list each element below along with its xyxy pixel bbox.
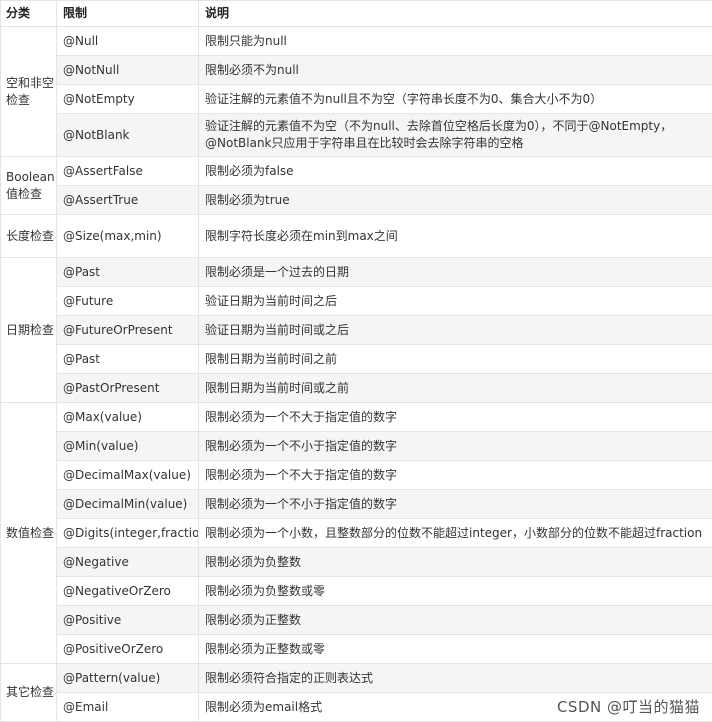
- constraint-cell: @Pattern(value): [57, 664, 199, 693]
- description-cell: 限制必须为正整数或零: [199, 635, 712, 664]
- constraint-cell: @Email: [57, 693, 199, 722]
- table-row: @AssertTrue 限制必须为true: [1, 186, 712, 215]
- constraint-cell: @PastOrPresent: [57, 374, 199, 403]
- description-cell: 限制必须为一个小数，且整数部分的位数不能超过integer，小数部分的位数不能超…: [199, 519, 712, 548]
- constraint-cell: @Max(value): [57, 403, 199, 432]
- description-cell: 限制必须为true: [199, 186, 712, 215]
- constraints-table: 分类 限制 说明 空和非空检查 @Null 限制只能为null @NotNull…: [0, 0, 712, 722]
- category-cell: 其它检查: [1, 664, 57, 722]
- table-row: Boolean值检查 @AssertFalse 限制必须为false: [1, 157, 712, 186]
- constraint-cell: @AssertFalse: [57, 157, 199, 186]
- table-row: @Past 限制日期为当前时间之前: [1, 345, 712, 374]
- constraint-cell: @Positive: [57, 606, 199, 635]
- constraint-cell: @FutureOrPresent: [57, 316, 199, 345]
- table-row: @PositiveOrZero 限制必须为正整数或零: [1, 635, 712, 664]
- constraint-cell: @Future: [57, 287, 199, 316]
- table-row: @NotNull 限制必须不为null: [1, 56, 712, 85]
- description-cell: 限制日期为当前时间之前: [199, 345, 712, 374]
- table-row: 数值检查 @Max(value) 限制必须为一个不大于指定值的数字: [1, 403, 712, 432]
- constraint-cell: @NotBlank: [57, 114, 199, 157]
- constraint-cell: @Null: [57, 27, 199, 56]
- description-cell: 限制必须为false: [199, 157, 712, 186]
- description-cell: 限制字符长度必须在min到max之间: [199, 215, 712, 258]
- table-row: @NotEmpty 验证注解的元素值不为null且不为空（字符串长度不为0、集合…: [1, 85, 712, 114]
- header-description: 说明: [199, 1, 712, 27]
- table-row: @Negative 限制必须为负整数: [1, 548, 712, 577]
- description-cell: 验证注解的元素值不为null且不为空（字符串长度不为0、集合大小不为0）: [199, 85, 712, 114]
- description-cell: 限制必须为负整数或零: [199, 577, 712, 606]
- header-constraint: 限制: [57, 1, 199, 27]
- constraint-cell: @DecimalMin(value): [57, 490, 199, 519]
- category-cell: 长度检查: [1, 215, 57, 258]
- table-row: @DecimalMin(value) 限制必须为一个不小于指定值的数字: [1, 490, 712, 519]
- table-row: @FutureOrPresent 验证日期为当前时间或之后: [1, 316, 712, 345]
- constraint-cell: @PositiveOrZero: [57, 635, 199, 664]
- category-cell: 日期检查: [1, 258, 57, 403]
- description-cell: 验证注解的元素值不为空（不为null、去除首位空格后长度为0），不同于@NotE…: [199, 114, 712, 157]
- table-row: @Future 验证日期为当前时间之后: [1, 287, 712, 316]
- watermark-text: CSDN @叮当的猫猫: [557, 696, 700, 717]
- constraint-cell: @Size(max,min): [57, 215, 199, 258]
- category-cell: 数值检查: [1, 403, 57, 664]
- description-cell: 限制日期为当前时间或之前: [199, 374, 712, 403]
- table-row: @Positive 限制必须为正整数: [1, 606, 712, 635]
- description-cell: 验证日期为当前时间或之后: [199, 316, 712, 345]
- table-header-row: 分类 限制 说明: [1, 1, 712, 27]
- constraint-cell: @DecimalMax(value): [57, 461, 199, 490]
- table-row: @Min(value) 限制必须为一个不小于指定值的数字: [1, 432, 712, 461]
- description-cell: 限制必须为一个不小于指定值的数字: [199, 490, 712, 519]
- description-cell: 限制必须为正整数: [199, 606, 712, 635]
- constraint-cell: @Digits(integer,fraction): [57, 519, 199, 548]
- table-row: 日期检查 @Past 限制必须是一个过去的日期: [1, 258, 712, 287]
- constraint-cell: @NotEmpty: [57, 85, 199, 114]
- constraint-cell: @NotNull: [57, 56, 199, 85]
- constraint-cell: @Negative: [57, 548, 199, 577]
- table-row: 长度检查 @Size(max,min) 限制字符长度必须在min到max之间: [1, 215, 712, 258]
- table-row: @NegativeOrZero 限制必须为负整数或零: [1, 577, 712, 606]
- description-cell: 限制必须不为null: [199, 56, 712, 85]
- description-cell: 限制必须为一个不小于指定值的数字: [199, 432, 712, 461]
- table-row: 空和非空检查 @Null 限制只能为null: [1, 27, 712, 56]
- constraint-cell: @Min(value): [57, 432, 199, 461]
- table-row: @DecimalMax(value) 限制必须为一个不大于指定值的数字: [1, 461, 712, 490]
- description-cell: 限制必须为一个不大于指定值的数字: [199, 403, 712, 432]
- category-cell: Boolean值检查: [1, 157, 57, 215]
- constraint-cell: @NegativeOrZero: [57, 577, 199, 606]
- description-cell: 限制必须为一个不大于指定值的数字: [199, 461, 712, 490]
- description-cell: 限制必须为负整数: [199, 548, 712, 577]
- description-cell: 验证日期为当前时间之后: [199, 287, 712, 316]
- category-cell: 空和非空检查: [1, 27, 57, 157]
- constraint-cell: @AssertTrue: [57, 186, 199, 215]
- table-row: @Digits(integer,fraction) 限制必须为一个小数，且整数部…: [1, 519, 712, 548]
- description-cell: 限制必须是一个过去的日期: [199, 258, 712, 287]
- table-row: @NotBlank 验证注解的元素值不为空（不为null、去除首位空格后长度为0…: [1, 114, 712, 157]
- description-cell: 限制必须符合指定的正则表达式: [199, 664, 712, 693]
- constraint-cell: @Past: [57, 345, 199, 374]
- table-row: 其它检查 @Pattern(value) 限制必须符合指定的正则表达式: [1, 664, 712, 693]
- header-category: 分类: [1, 1, 57, 27]
- description-cell: 限制只能为null: [199, 27, 712, 56]
- table-row: @PastOrPresent 限制日期为当前时间或之前: [1, 374, 712, 403]
- constraint-cell: @Past: [57, 258, 199, 287]
